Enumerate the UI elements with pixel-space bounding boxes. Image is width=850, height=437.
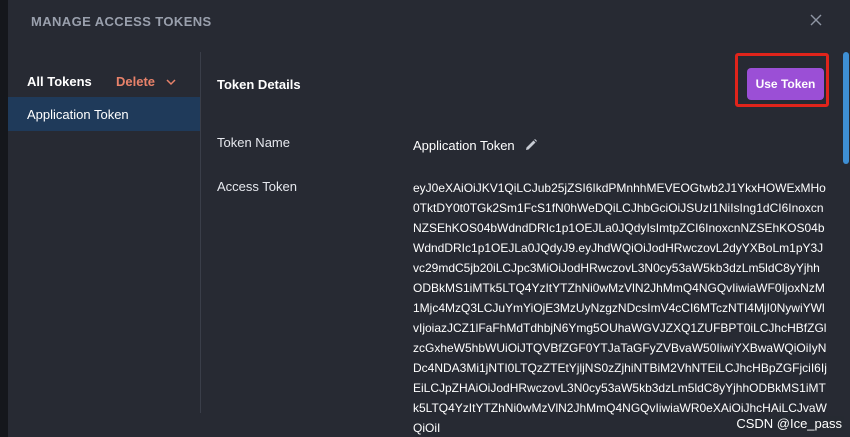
backdrop xyxy=(0,0,8,437)
sidebar-item-label: Application Token xyxy=(27,107,129,122)
token-name-label: Token Name xyxy=(217,135,290,150)
scrollbar[interactable] xyxy=(842,52,850,437)
close-icon xyxy=(810,14,822,26)
scrollbar-thumb[interactable] xyxy=(843,52,849,164)
close-button[interactable] xyxy=(806,10,826,30)
delete-button[interactable]: Delete xyxy=(116,74,155,89)
access-token-label: Access Token xyxy=(217,179,297,194)
token-details-panel: Token Details Use Token Token Name Appli… xyxy=(201,52,842,437)
pencil-icon[interactable] xyxy=(524,138,538,152)
use-token-button[interactable]: Use Token xyxy=(747,68,824,100)
access-token-value[interactable]: eyJ0eXAiOiJKV1QiLCJub25jZSI6IkdPMnhhMEVE… xyxy=(413,178,828,437)
token-list-header: All Tokens Delete xyxy=(27,74,197,94)
modal-title: MANAGE ACCESS TOKENS xyxy=(31,14,212,29)
chevron-down-icon[interactable] xyxy=(165,77,177,87)
manage-access-tokens-modal: MANAGE ACCESS TOKENS All Tokens Delete A… xyxy=(8,0,850,437)
token-details-title: Token Details xyxy=(217,77,301,92)
sidebar-item-application-token[interactable]: Application Token xyxy=(8,97,200,131)
all-tokens-label: All Tokens xyxy=(27,74,92,89)
watermark: CSDN @Ice_pass xyxy=(734,416,844,431)
token-list-sidebar: All Tokens Delete Application Token xyxy=(8,52,200,437)
token-name-value: Application Token xyxy=(413,138,515,153)
